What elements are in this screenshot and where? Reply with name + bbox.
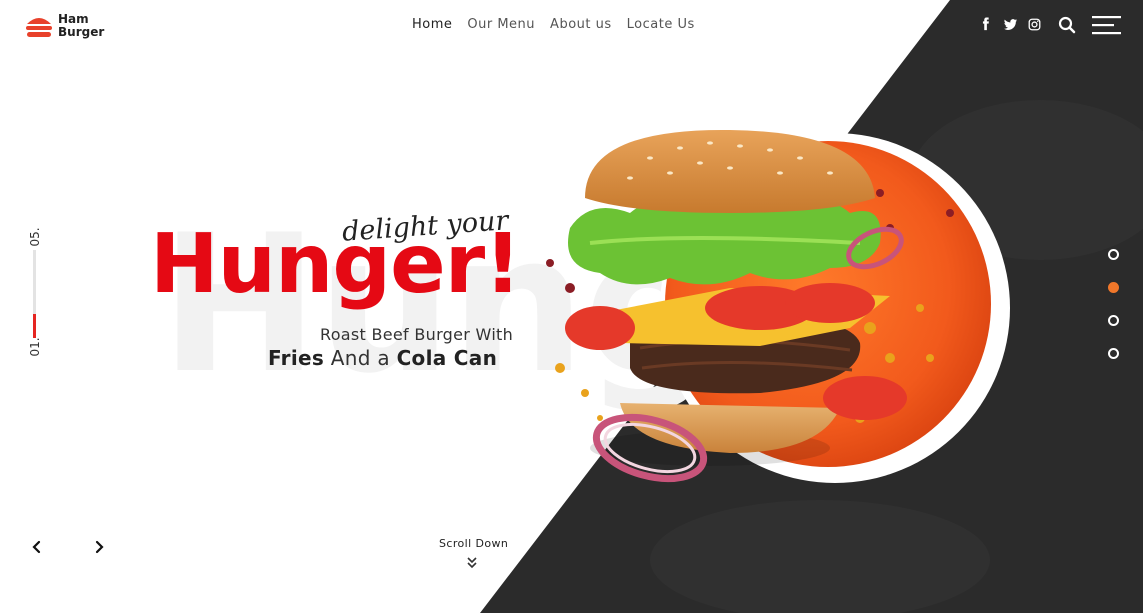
nav-our-menu[interactable]: Our Menu <box>467 17 535 32</box>
twitter-icon[interactable] <box>1002 16 1018 32</box>
slide-current: 01. <box>28 337 42 357</box>
hamburger-menu-icon[interactable] <box>1092 15 1121 35</box>
slide-dot-2-active[interactable] <box>1108 282 1119 293</box>
hero-tagline: Fries And a Cola Can <box>268 346 497 370</box>
brand-logo[interactable]: Ham Burger <box>25 13 104 39</box>
tagline-fries: Fries <box>268 346 325 370</box>
facebook-icon[interactable] <box>978 16 994 32</box>
slide-dots <box>1108 249 1119 381</box>
nav-locate-us[interactable]: Locate Us <box>627 17 695 32</box>
main-nav: Home Our Menu About us Locate Us <box>412 17 710 32</box>
search-icon[interactable] <box>1058 16 1076 34</box>
slide-dot-4[interactable] <box>1108 348 1119 359</box>
hero-headline: Hunger! <box>150 217 522 312</box>
burger-logo-icon <box>26 17 52 37</box>
slide-dot-3[interactable] <box>1108 315 1119 326</box>
next-slide-arrow-icon[interactable] <box>92 540 106 554</box>
scroll-down-label[interactable]: Scroll Down <box>439 537 508 550</box>
nav-home[interactable]: Home <box>412 17 452 32</box>
slide-total: 05. <box>28 227 42 247</box>
prev-slide-arrow-icon[interactable] <box>30 540 44 554</box>
social-links <box>978 16 1050 32</box>
hero-subtitle: Roast Beef Burger With <box>320 325 514 344</box>
burger-hero-image <box>546 129 1010 483</box>
tagline-cola: Cola Can <box>396 346 498 370</box>
brand-line2: Burger <box>58 25 105 39</box>
slide-progress-fill <box>33 314 36 338</box>
nav-about-us[interactable]: About us <box>550 17 612 32</box>
slide-counter: 05. 01. <box>25 227 45 358</box>
slide-dot-1[interactable] <box>1108 249 1119 260</box>
tagline-and: And a <box>324 346 397 370</box>
double-chevron-down-icon[interactable] <box>466 556 478 570</box>
instagram-icon[interactable] <box>1026 16 1042 32</box>
